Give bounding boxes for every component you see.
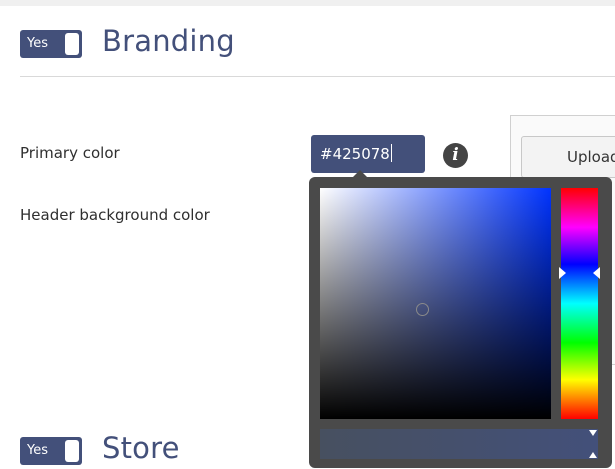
text-caret (390, 144, 392, 162)
branding-toggle[interactable]: Yes (20, 30, 82, 58)
primary-color-label: Primary color (20, 144, 120, 162)
branding-toggle-label: Yes (27, 36, 48, 51)
store-toggle[interactable]: Yes (20, 437, 82, 465)
hue-slider[interactable] (561, 188, 598, 419)
header-background-color-label: Header background color (20, 206, 210, 224)
settings-panel: Yes Branding Primary color Header backgr… (0, 0, 615, 469)
hue-slider-handle[interactable] (559, 267, 600, 279)
section-divider (20, 76, 615, 77)
alpha-slider-handle[interactable] (589, 430, 597, 458)
color-selector-handle[interactable] (416, 303, 429, 316)
alpha-slider[interactable] (320, 429, 598, 459)
top-strip (0, 0, 615, 6)
info-icon[interactable]: i (443, 143, 468, 168)
toggle-knob (65, 33, 79, 55)
saturation-value-square[interactable] (320, 188, 551, 419)
toggle-knob (65, 440, 79, 462)
upload-button[interactable]: Upload (521, 136, 615, 178)
branding-title: Branding (102, 24, 235, 58)
primary-color-value: #425078 (320, 145, 390, 163)
store-toggle-label: Yes (27, 443, 48, 458)
primary-color-input[interactable]: #425078 (311, 135, 425, 173)
store-title: Store (102, 431, 180, 465)
